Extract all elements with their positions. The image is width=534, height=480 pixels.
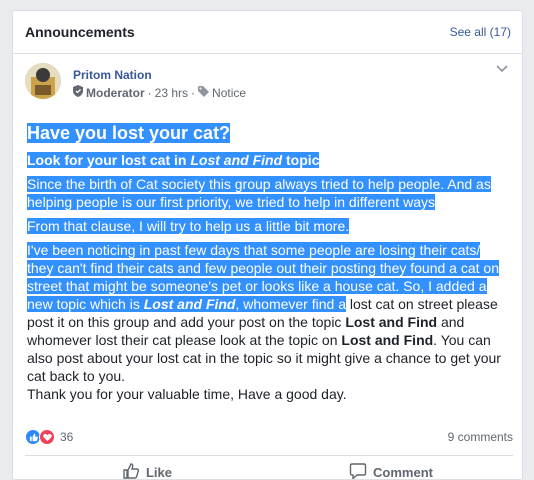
paragraph-3-bold-2: Lost and Find <box>345 314 437 330</box>
subtitle-bold: Lost and Find <box>190 152 282 168</box>
like-label: Like <box>146 465 172 480</box>
meta-separator: · <box>191 86 195 100</box>
shield-icon <box>73 85 83 100</box>
comment-count[interactable]: 9 comments <box>448 430 513 444</box>
see-all-link[interactable]: See all (17) <box>450 25 511 39</box>
paragraph-3-bold-3: Lost and Find <box>341 332 433 348</box>
card-header: Announcements See all (17) <box>13 11 522 54</box>
subtitle-prefix: Look for your lost cat in <box>27 152 190 168</box>
avatar[interactable] <box>25 63 61 99</box>
chevron-down-icon[interactable] <box>495 65 509 79</box>
post-meta: Moderator · 23 hrs · Notice <box>73 85 246 100</box>
paragraph-1: Since the birth of Cat society this grou… <box>27 176 491 210</box>
post-time[interactable]: 23 hrs <box>155 86 188 100</box>
card-title: Announcements <box>25 24 135 40</box>
paragraph-3-bold: Lost and Find <box>144 296 236 312</box>
post-subtitle: Look for your lost cat in Lost and Find … <box>27 152 319 168</box>
like-button[interactable]: Like <box>25 457 269 480</box>
comment-button[interactable]: Comment <box>269 457 513 480</box>
tag-icon <box>198 86 209 100</box>
scrollbar[interactable] <box>526 0 534 471</box>
post-tag[interactable]: Notice <box>212 86 246 100</box>
moderator-badge: Moderator <box>86 86 145 100</box>
announcement-post: Pritom Nation Moderator · 23 hrs · Notic… <box>23 61 513 111</box>
post-title: Have you lost your cat? <box>27 123 230 143</box>
reaction-count: 36 <box>60 430 73 444</box>
closing-line: Thank you for your valuable time, Have a… <box>27 385 509 403</box>
comment-label: Comment <box>373 465 433 480</box>
divider <box>25 455 513 456</box>
action-bar: Like Comment <box>25 457 513 480</box>
paragraph-3-text-b: , whomever find a <box>235 296 346 312</box>
reaction-summary[interactable]: 36 <box>25 429 73 445</box>
announcements-card: Announcements See all (17) Pritom Nation… <box>12 10 523 480</box>
post-body: Have you lost your cat? Look for your lo… <box>27 121 509 403</box>
paragraph-2: From that clause, I will try to help us … <box>27 218 349 234</box>
love-reaction-icon <box>39 429 55 445</box>
meta-separator: · <box>148 86 152 100</box>
subtitle-suffix: topic <box>282 152 319 168</box>
post-header: Pritom Nation Moderator · 23 hrs · Notic… <box>23 61 513 111</box>
author-name[interactable]: Pritom Nation <box>73 68 152 82</box>
paragraph-3: I've been noticing in past few days that… <box>27 241 509 385</box>
reaction-bar: 36 9 comments <box>25 427 513 447</box>
